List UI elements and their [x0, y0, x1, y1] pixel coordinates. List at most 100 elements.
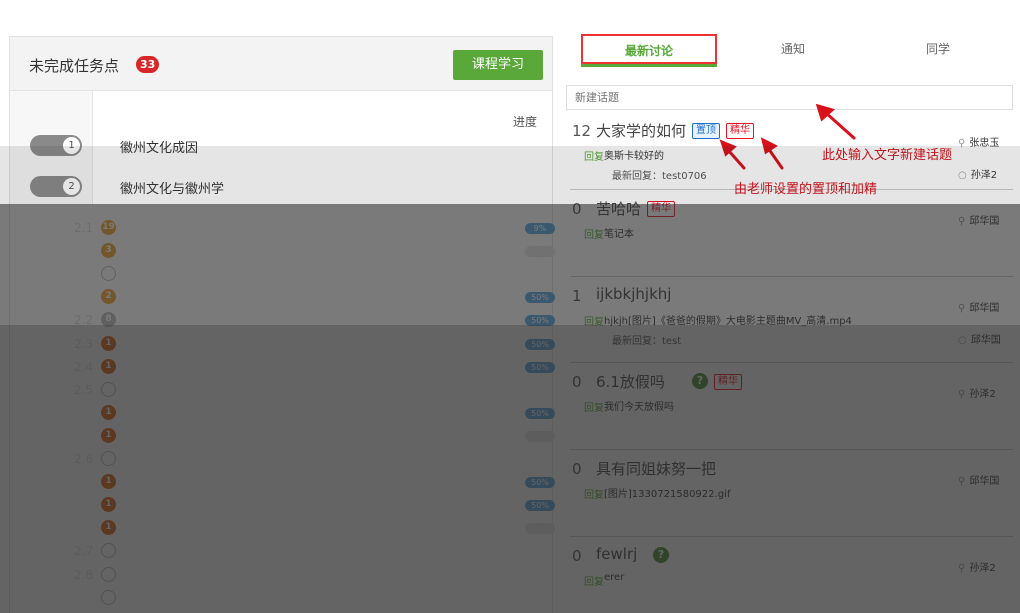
reply-link[interactable]: 回复 [584, 573, 604, 588]
task-count-icon [101, 266, 116, 282]
user-icon: ⚲ [958, 303, 966, 314]
tab-notice[interactable]: 通知 [743, 34, 843, 64]
task-count-icon: 1 [101, 520, 116, 536]
reply-link[interactable]: 回复 [584, 226, 604, 241]
section-row[interactable]: 2.4 1 徽州学的学科性质和特点 50% [10, 356, 555, 379]
progress-badge: 50% [525, 315, 555, 327]
discussion-post[interactable]: 0 苦哈哈 精华 回复 笔记本 ⚲ 邱华国 [566, 196, 1013, 266]
reply-link[interactable]: 回复 [584, 313, 604, 328]
reply-count: 0 [572, 547, 582, 565]
section-row[interactable]: 2.1.2 新建课程目录 [10, 263, 554, 286]
chapter-title[interactable]: 徽州文化成因 [120, 137, 198, 156]
section-title[interactable]: 徽州学的学科性质和特点 [128, 360, 260, 377]
section-row[interactable]: 1 2.5.1 徽州文化的学术价值 50% [10, 402, 555, 425]
course-study-button[interactable]: 课程学习 [453, 50, 543, 80]
post-author[interactable]: ⚲ 邱华国 [958, 299, 999, 314]
post-author[interactable]: ⚲ 孙泽2 [958, 559, 996, 574]
chapter-toggle[interactable]: 1 [30, 135, 82, 156]
unfinished-count-badge: 33 [136, 56, 160, 73]
section-row[interactable]: 2.8.1 新建课程目录 [10, 587, 554, 610]
chapter-row[interactable]: 1 徽州文化成因 [10, 127, 552, 163]
section-row[interactable]: 2 2.1.3 徽州文化的特点 50% [10, 286, 555, 309]
post-title[interactable]: 具有同姐妹努一把 [596, 458, 716, 479]
section-title[interactable]: 2.5.2 徽州文化的现实价值 [138, 429, 280, 446]
section-row[interactable]: 2.3 1 徽州学的形成 50% [10, 333, 555, 356]
post-author[interactable]: ⚲ 邱华国 [958, 472, 999, 487]
chapter-row[interactable]: 2 徽州文化与徽州学 [10, 168, 552, 204]
task-panel-title: 未完成任务点 [29, 57, 120, 75]
section-title[interactable]: 2.6.3 本讲作业 [138, 521, 220, 538]
section-row[interactable]: 1 2.6.1 在安徽文化中的地位 50% [10, 471, 555, 494]
post-excerpt: erer [604, 572, 625, 583]
section-title[interactable]: 2.6.2 在国际中的地位 [138, 498, 256, 515]
reply-count: 0 [572, 200, 582, 218]
section-row[interactable]: 1 2.5.2 徽州文化的现实价值 [10, 425, 555, 448]
post-author[interactable]: ⚲ 张忠玉 [958, 134, 999, 149]
section-row[interactable]: 3 2.1.1 新建课程目录 [10, 240, 555, 263]
new-topic-input[interactable] [566, 85, 1013, 110]
author-name[interactable]: 孙泽2 [969, 563, 995, 574]
section-title[interactable]: 2.1.2 新建课程目录 [138, 267, 244, 284]
tab-latest-discussion[interactable]: 最新讨论 [581, 34, 717, 64]
tab-classmates[interactable]: 同学 [883, 34, 993, 64]
task-count-icon: 1 [101, 497, 116, 513]
post-excerpt: hjkjh[图片]《爸爸的假期》大电影主题曲MV_高清.mp4 [604, 316, 852, 327]
pin-elite-annotation: 由老师设置的置顶和加精 [734, 182, 878, 197]
post-divider [570, 536, 1013, 537]
post-excerpt: 笔记本 [604, 229, 634, 240]
author-name[interactable]: 邱华国 [969, 216, 999, 227]
section-row[interactable]: 2.2 8 徽州文化的发展阶段 50% [10, 309, 555, 332]
user-icon: ⚲ [958, 476, 966, 487]
chapter-title[interactable]: 徽州文化与徽州学 [120, 178, 224, 197]
section-row[interactable]: 1 2.6.2 在国际中的地位 50% [10, 494, 555, 517]
section-row[interactable]: 2.6 徽州文化的地位 [10, 448, 554, 471]
post-divider [570, 449, 1013, 450]
post-title[interactable]: 6.1放假吗 [596, 371, 665, 392]
discussion-post[interactable]: 0 fewlrj? 回复 erer ⚲ 孙泽2 [566, 543, 1013, 613]
section-title[interactable]: 2.8.1 新建课程目录 [138, 591, 244, 608]
task-count-icon: 19 [101, 220, 116, 235]
replier-name[interactable]: 孙泽2 [971, 170, 997, 181]
section-row[interactable]: 2.5 徽州文化的价值 [10, 379, 554, 402]
discussion-post[interactable]: 0 6.1放假吗? 精华 回复 我们今天放假吗 ⚲ 孙泽2 [566, 369, 1013, 439]
discussion-post[interactable]: 1 ijkbkjhjkhj 回复 hjkjh[图片]《爸爸的假期》大电影主题曲MV_高… [566, 283, 1013, 353]
section-number: 2.7 [74, 544, 94, 559]
user-icon: ⚲ [958, 389, 966, 400]
section-title[interactable]: 徽州文化的地位 [128, 452, 212, 469]
reply-link[interactable]: 回复 [584, 399, 604, 414]
section-title[interactable]: 2.1.3 徽州文化的特点 [138, 290, 256, 307]
section-title[interactable]: 新建课程目录 [128, 568, 200, 585]
section-title[interactable]: 新建课程目录 [128, 544, 200, 561]
progress-badge: 50% [525, 338, 555, 350]
section-row[interactable]: 2.1 19 徽州文化的性质 9% [10, 217, 555, 240]
section-title[interactable]: 徽州学的形成 [128, 337, 200, 354]
section-title[interactable]: 2.1.1 新建课程目录 [138, 244, 244, 261]
author-name[interactable]: 孙泽2 [969, 389, 995, 400]
section-title[interactable]: 2.6.1 在安徽文化中的地位 [138, 475, 280, 492]
last-replier[interactable]: ○ 孙泽2 [958, 166, 997, 181]
reply-link[interactable]: 回复 [584, 148, 604, 163]
discussion-post[interactable]: 0 具有同姐妹努一把 回复 [图片]1330721580922.gif ⚲ 邱华国 [566, 456, 1013, 526]
section-title[interactable]: 徽州文化的发展阶段 [128, 313, 236, 330]
section-title[interactable]: 徽州文化的性质 [128, 221, 212, 238]
section-number: 2.1 [74, 221, 94, 235]
latest-reply-user: test0706 [662, 171, 707, 182]
section-title[interactable]: 2.5.1 徽州文化的学术价值 [138, 406, 280, 423]
post-author[interactable]: ⚲ 邱华国 [958, 212, 999, 227]
post-title[interactable]: 大家学的如何 [596, 120, 686, 141]
post-author[interactable]: ⚲ 孙泽2 [958, 385, 996, 400]
section-title[interactable]: 徽州文化的价值 [128, 383, 212, 400]
section-row[interactable]: 2.8 新建课程目录 [10, 564, 554, 587]
author-name[interactable]: 邱华国 [969, 476, 999, 487]
section-row[interactable]: 2.7 新建课程目录 [10, 540, 554, 563]
reply-link[interactable]: 回复 [584, 486, 604, 501]
replier-name[interactable]: 邱华国 [971, 335, 1001, 346]
chapter-toggle[interactable]: 2 [30, 176, 82, 197]
post-title[interactable]: ijkbkjhjkhj [596, 285, 671, 303]
post-title[interactable]: 苦哈哈 [596, 198, 641, 219]
post-title[interactable]: fewlrj [596, 545, 637, 563]
author-name[interactable]: 张忠玉 [969, 138, 999, 149]
last-replier[interactable]: ○ 邱华国 [958, 331, 1001, 346]
section-row[interactable]: 1 2.6.3 本讲作业 [10, 517, 555, 540]
author-name[interactable]: 邱华国 [969, 303, 999, 314]
